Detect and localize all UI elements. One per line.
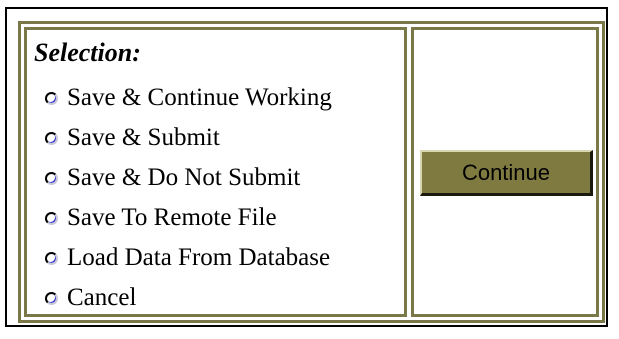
radio-button[interactable] — [45, 291, 58, 305]
option-save-submit[interactable]: Save & Submit — [45, 118, 332, 158]
radio-button[interactable] — [45, 131, 58, 145]
option-label: Save & Submit — [67, 124, 220, 151]
option-label: Cancel — [67, 284, 137, 311]
radio-button[interactable] — [45, 91, 58, 105]
option-save-to-remote-file[interactable]: Save To Remote File — [45, 198, 332, 238]
selection-title: Selection: — [34, 38, 141, 67]
option-label: Save & Continue Working — [67, 84, 332, 111]
radio-button[interactable] — [45, 251, 58, 265]
option-label: Save To Remote File — [67, 204, 277, 231]
option-save-continue-working[interactable]: Save & Continue Working — [45, 78, 332, 118]
options-list: Save & Continue Working Save & Submit Sa… — [45, 78, 332, 318]
selection-group: Selection: Save & Continue Working Save … — [18, 21, 605, 323]
radio-button[interactable] — [45, 211, 58, 225]
option-load-data-from-database[interactable]: Load Data From Database — [45, 238, 332, 278]
options-panel: Selection: Save & Continue Working Save … — [24, 27, 407, 317]
option-label: Load Data From Database — [67, 244, 331, 271]
radio-button[interactable] — [45, 171, 58, 185]
option-save-do-not-submit[interactable]: Save & Do Not Submit — [45, 158, 332, 198]
continue-button[interactable]: Continue — [420, 150, 593, 196]
action-panel: Continue — [411, 27, 599, 317]
option-cancel[interactable]: Cancel — [45, 278, 332, 318]
option-label: Save & Do Not Submit — [67, 164, 301, 191]
